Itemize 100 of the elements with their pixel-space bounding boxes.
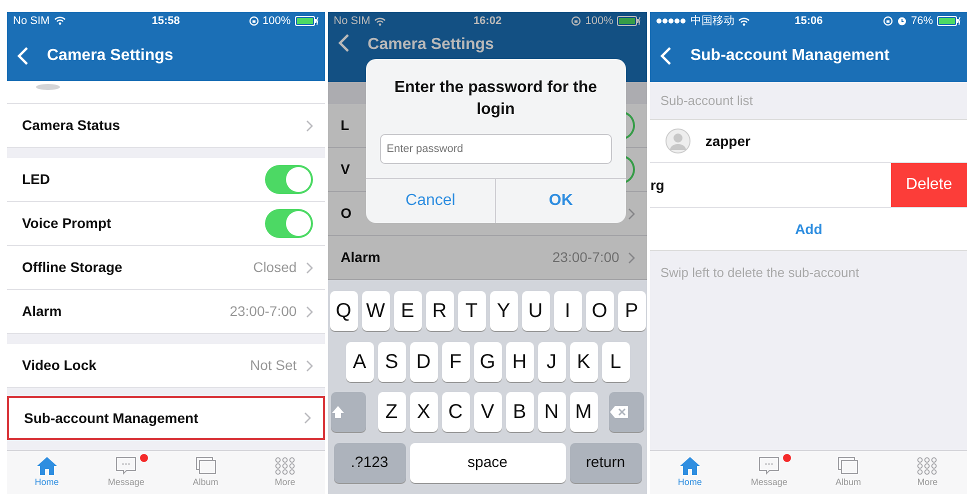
more-icon: [916, 456, 938, 476]
keyboard-key[interactable]: W: [362, 291, 390, 332]
album-icon: [837, 456, 860, 476]
chevron-icon: [306, 360, 313, 372]
keyboard-key[interactable]: U: [522, 291, 550, 332]
row-value: 23:00-7:00: [552, 248, 620, 267]
keyboard-key[interactable]: D: [410, 342, 438, 382]
signal-icon: [656, 18, 686, 24]
settings-row[interactable]: Offline Storage Closed: [7, 246, 325, 290]
battery-percentage: 100%: [262, 14, 291, 29]
toggle-switch[interactable]: [264, 209, 313, 238]
backspace-key[interactable]: [609, 392, 644, 432]
row-label: Video Lock: [22, 356, 96, 376]
settings-row[interactable]: Voice Prompt: [7, 202, 325, 246]
account-row[interactable]: zapper: [650, 120, 967, 163]
row-value: Closed: [253, 258, 297, 278]
carrier-label: No SIM: [334, 14, 370, 29]
keyboard-key[interactable]: G: [474, 342, 502, 382]
more-icon: [274, 456, 296, 476]
toggle-switch[interactable]: [264, 165, 313, 194]
battery-icon: [617, 16, 642, 26]
keyboard-key[interactable]: R: [426, 291, 454, 332]
keyboard-key[interactable]: A: [346, 342, 374, 382]
keyboard-key[interactable]: Z: [378, 392, 406, 432]
keyboard-key[interactable]: B: [506, 392, 534, 432]
row-label: Camera Status: [22, 116, 120, 136]
delete-button[interactable]: Delete: [891, 163, 967, 207]
keyboard-key[interactable]: O: [586, 291, 614, 332]
wifi-icon: [54, 16, 66, 26]
keyboard-key[interactable]: Q: [330, 291, 358, 332]
message-icon: [758, 456, 780, 476]
back-icon[interactable]: [660, 46, 672, 66]
rotation-lock-icon: [882, 16, 893, 26]
row-label: L: [340, 116, 350, 135]
home-icon: [678, 456, 701, 476]
carrier-label: No SIM: [13, 14, 50, 29]
avatar-icon: [665, 128, 692, 154]
keyboard-key[interactable]: C: [442, 392, 470, 432]
keyboard-key[interactable]: H: [506, 342, 534, 382]
alarm-icon: [896, 16, 907, 26]
keyboard-key[interactable]: J: [538, 342, 566, 382]
row-label: Offline Storage: [22, 258, 122, 278]
space-key[interactable]: space: [410, 442, 566, 483]
keyboard-key[interactable]: V: [474, 392, 502, 432]
keyboard-key[interactable]: F: [442, 342, 470, 382]
keyboard-key[interactable]: M: [570, 392, 598, 432]
keyboard-key[interactable]: L: [602, 342, 630, 382]
settings-row[interactable]: Camera Status: [7, 104, 325, 148]
battery-percentage: 76%: [910, 14, 934, 29]
settings-row[interactable]: Video Lock Not Set: [7, 344, 325, 388]
album-icon: [194, 456, 217, 476]
screen-title: Camera Settings: [368, 35, 494, 55]
chevron-icon: [306, 262, 313, 274]
settings-row[interactable]: Sub-account Management: [7, 396, 325, 440]
keyboard-key[interactable]: X: [410, 392, 438, 432]
row-label: O: [340, 204, 352, 223]
settings-row[interactable]: Alarm 23:00-7:00: [7, 290, 325, 334]
clock-time: 16:02: [472, 14, 503, 29]
screen-title: Camera Settings: [47, 46, 174, 66]
wifi-icon: [738, 16, 750, 26]
shift-arrow-icon: [330, 405, 345, 420]
battery-icon: [294, 16, 319, 26]
account-row[interactable]: rg Delete: [650, 163, 967, 208]
carrier-label: 中国移动: [690, 14, 734, 29]
battery-icon: [937, 16, 962, 26]
keyboard-key[interactable]: S: [378, 342, 406, 382]
home-icon: [36, 456, 58, 476]
battery-percentage: 100%: [585, 14, 614, 29]
row-label: Alarm: [22, 302, 62, 322]
chevron-icon: [306, 306, 313, 318]
keyboard-key[interactable]: I: [554, 291, 582, 332]
backspace-icon: [609, 405, 630, 420]
hint-text: Swip left to delete the sub-account: [659, 264, 860, 282]
back-icon[interactable]: [17, 46, 29, 66]
screen-title: Sub-account Management: [690, 46, 890, 66]
chevron-icon: [628, 252, 636, 264]
wifi-icon: [374, 16, 386, 26]
account-name: zapper: [705, 132, 750, 151]
row-label: LED: [22, 170, 50, 190]
chevron-icon: [304, 412, 311, 424]
rotation-lock-icon: [571, 16, 582, 26]
row-value: 23:00-7:00: [230, 302, 297, 322]
shift-key[interactable]: [330, 392, 366, 432]
clock-time: 15:06: [794, 14, 824, 29]
keyboard-key[interactable]: Y: [490, 291, 518, 332]
password-field[interactable]: Enter password: [380, 134, 612, 164]
keyboard-key[interactable]: E: [394, 291, 422, 332]
dialog-title: Enter the password for the login: [393, 78, 598, 120]
keyboard-key[interactable]: return: [570, 442, 642, 483]
keyboard-key[interactable]: T: [458, 291, 486, 332]
row-label: Sub-account Management: [24, 408, 198, 428]
camera-base-drawing: [35, 83, 61, 92]
keyboard-key[interactable]: .?123: [334, 442, 406, 483]
settings-row[interactable]: LED: [7, 158, 325, 202]
message-icon: [115, 456, 138, 476]
keyboard-key[interactable]: P: [618, 291, 646, 332]
back-icon[interactable]: [338, 33, 350, 53]
keyboard-key[interactable]: N: [538, 392, 566, 432]
account-name: rg: [650, 176, 664, 195]
keyboard-key[interactable]: K: [570, 342, 598, 382]
